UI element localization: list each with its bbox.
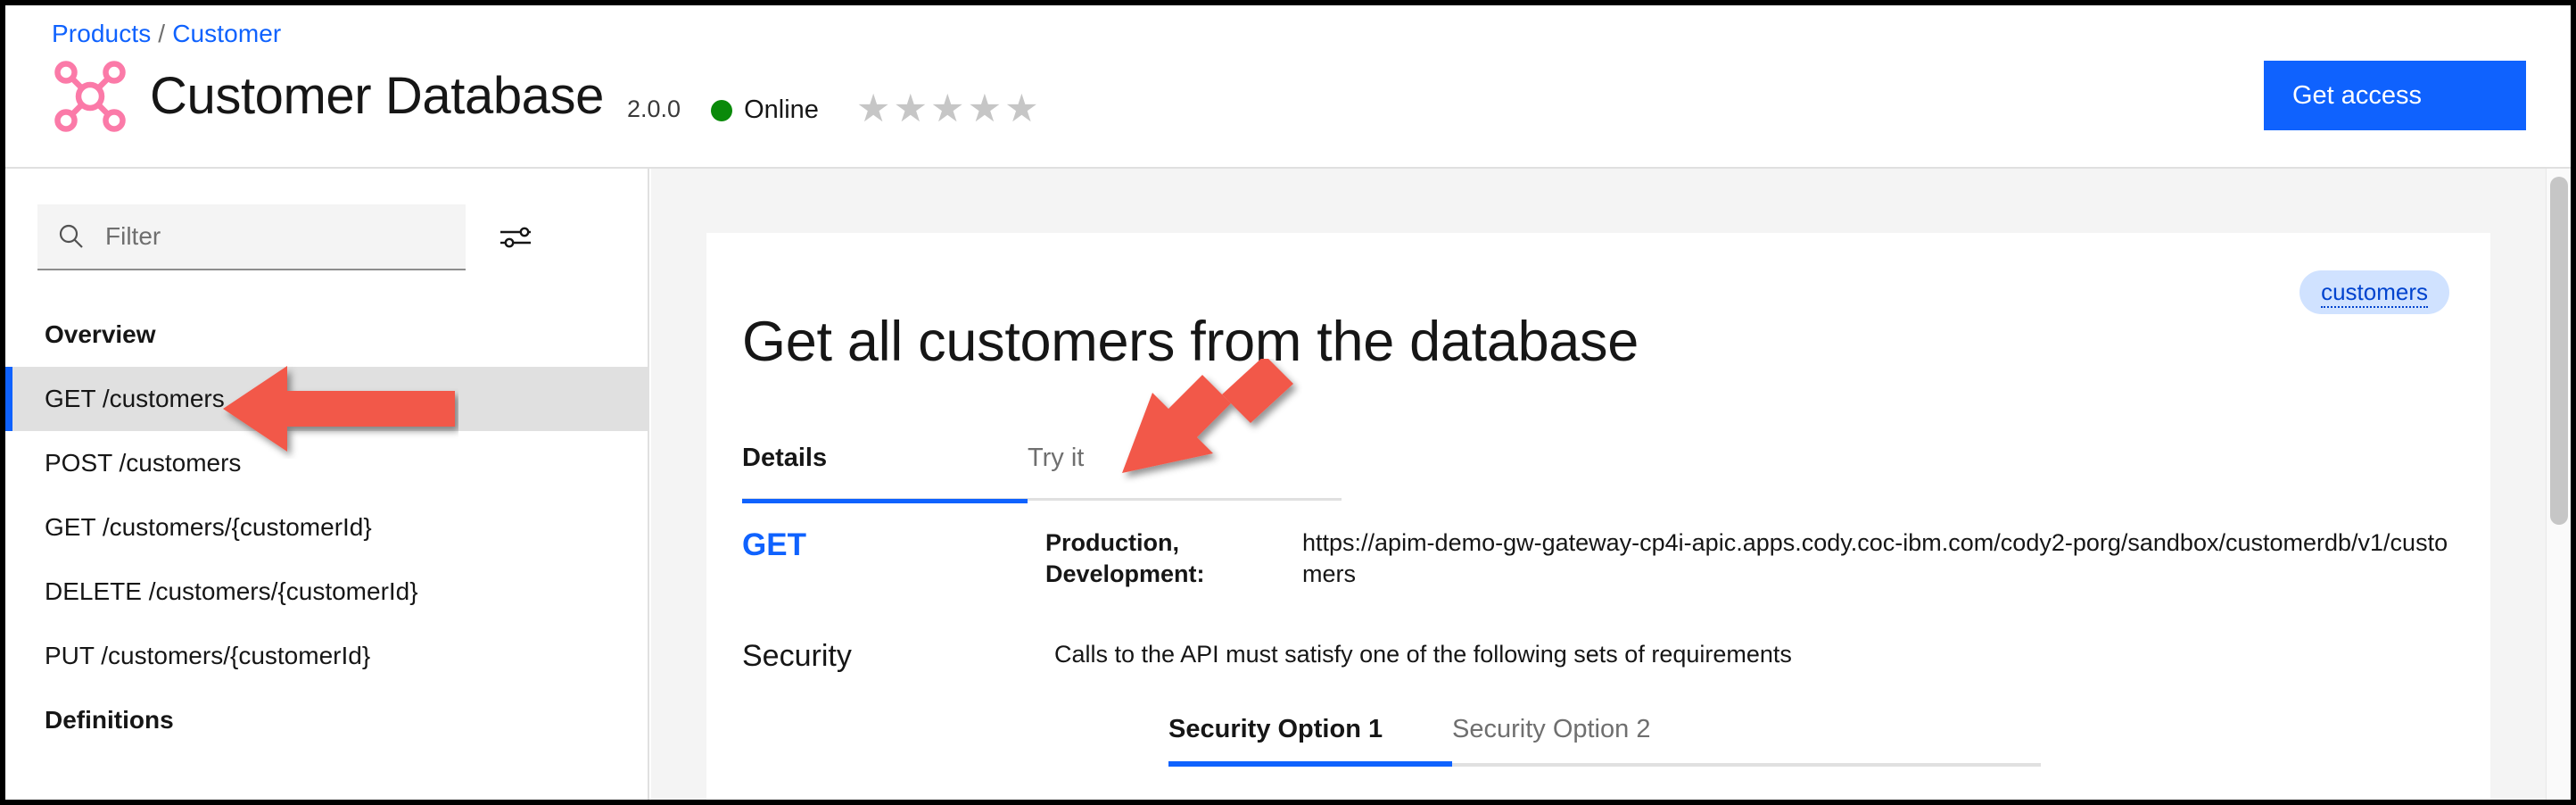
scrollbar-thumb[interactable] [2550,177,2568,525]
endpoint-row: GET Production, Development: https://api… [742,527,2455,589]
security-label: Security [742,639,1045,674]
page-header: Products / Customer Customer Database 2.0.… [5,5,2571,169]
app-window: Products / Customer Customer Database 2.0.… [0,0,2576,805]
tab-security-option-1[interactable]: Security Option 1 [1168,713,1452,763]
sidebar-item-put-customer-by-id[interactable]: PUT /customers/{customerId} [5,624,649,688]
tab-try-it[interactable]: Try it [1028,440,1313,501]
star-icon[interactable]: ★ [930,90,965,129]
detail-tabs: Details Try it [742,440,1342,501]
environments-label: Production, Development: [1045,527,1293,589]
breadcrumb-separator: / [158,20,165,47]
search-icon [57,222,86,251]
operation-detail-card: customers Get all customers from the dat… [706,233,2490,805]
sidebar-section-overview[interactable]: Overview [5,303,649,367]
breadcrumb: Products / Customer [52,20,281,48]
sidebar-item-post-customers[interactable]: POST /customers [5,431,649,495]
rating-stars[interactable]: ★ ★ ★ ★ ★ [856,90,1039,137]
sidebar-item-delete-customer-by-id[interactable]: DELETE /customers/{customerId} [5,560,649,624]
sidebar-item-get-customers[interactable]: GET /customers [5,367,649,431]
vertical-scrollbar[interactable] [2546,169,2571,805]
star-icon[interactable]: ★ [893,90,928,129]
star-icon[interactable]: ★ [856,90,891,129]
sidebar-section-definitions[interactable]: Definitions [5,688,649,752]
breadcrumb-item-customer[interactable]: Customer [172,20,281,47]
sidebar-nav: Overview GET /customers POST /customers … [5,303,649,752]
security-option-tabs: Security Option 1 Security Option 2 [1168,713,2041,767]
status-badge-tag[interactable]: customers [2299,270,2449,314]
star-icon[interactable]: ★ [968,90,1003,129]
http-method-label: GET [742,527,1045,589]
api-version: 2.0.0 [627,95,681,137]
endpoint-url[interactable]: https://apim-demo-gw-gateway-cp4i-apic.a… [1293,527,2455,589]
search-field[interactable] [37,204,466,270]
sidebar: Overview GET /customers POST /customers … [5,169,649,805]
page-title: Customer Database [150,71,604,122]
security-description: Calls to the API must satisfy one of the… [1045,639,2455,674]
status-badge: Online [711,95,819,137]
security-row: Security Calls to the API must satisfy o… [742,639,2455,674]
status-dot-icon [711,100,732,121]
title-row: Customer Database 2.0.0 Online ★ ★ ★ ★ ★ [52,55,1039,137]
get-access-button[interactable]: Get access [2264,61,2526,130]
status-label: Online [744,95,819,125]
filter-settings-icon[interactable] [498,220,533,255]
star-icon[interactable]: ★ [1004,90,1039,129]
filter-row [37,204,599,270]
network-nodes-icon [52,58,128,135]
operation-heading: Get all customers from the database [742,310,1639,374]
tab-security-option-2[interactable]: Security Option 2 [1452,713,1736,763]
search-input[interactable] [105,222,466,251]
tag-label: customers [2321,278,2428,308]
sidebar-item-get-customer-by-id[interactable]: GET /customers/{customerId} [5,495,649,560]
main-content: customers Get all customers from the dat… [651,169,2571,805]
breadcrumb-item-products[interactable]: Products [52,20,151,47]
tab-details[interactable]: Details [742,440,1028,501]
